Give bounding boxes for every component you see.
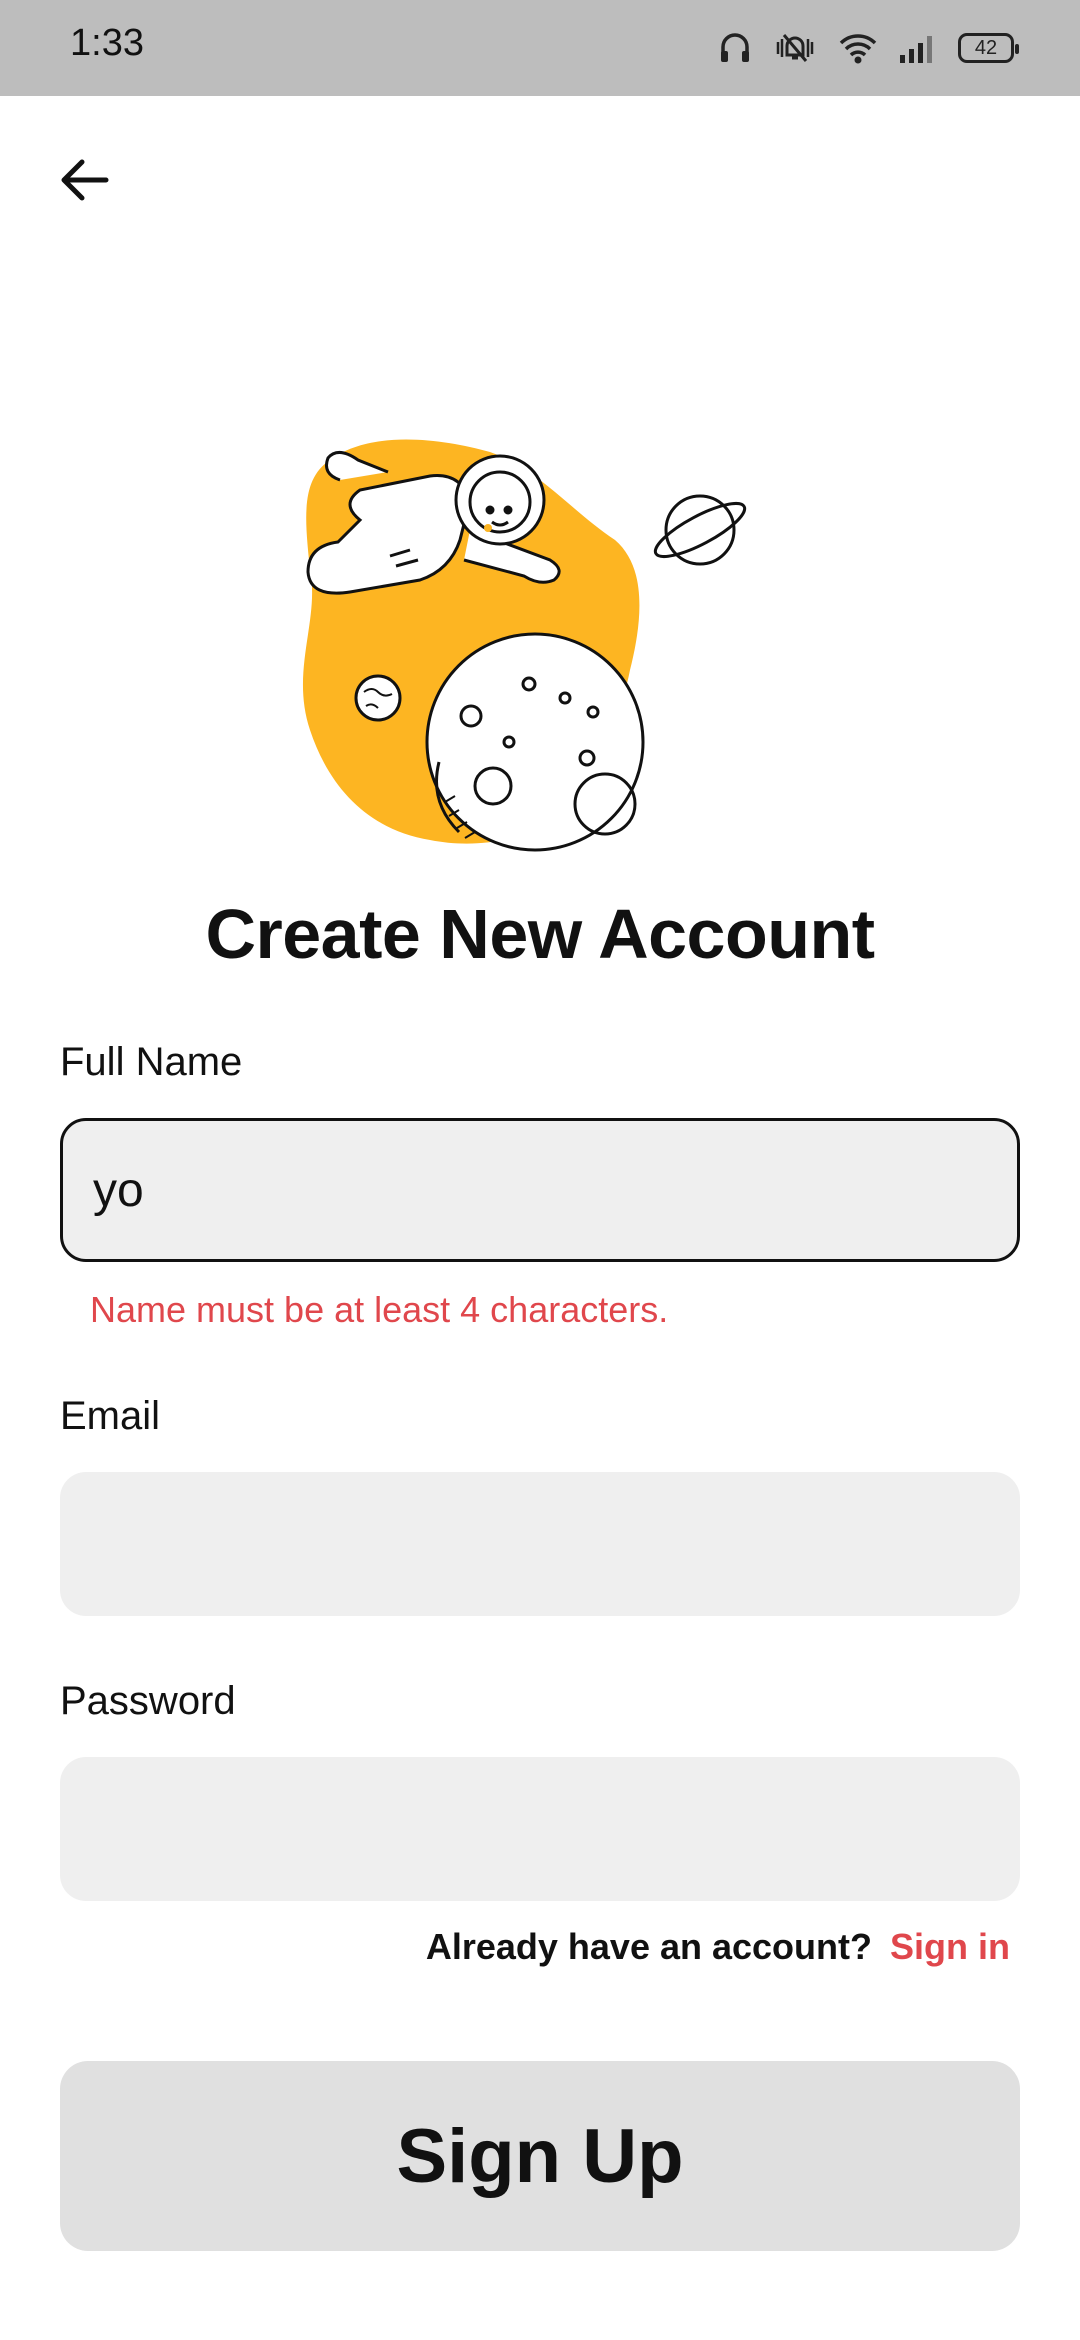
signin-question: Already have an account? bbox=[425, 1926, 872, 1967]
headphones-icon bbox=[718, 31, 752, 65]
arrow-left-icon bbox=[61, 159, 109, 201]
email-input[interactable] bbox=[60, 1472, 1020, 1616]
full-name-error: Name must be at least 4 characters. bbox=[90, 1289, 669, 1330]
signin-link[interactable]: Sign in bbox=[890, 1926, 1010, 1968]
battery-level: 42 bbox=[974, 36, 998, 59]
password-input[interactable] bbox=[60, 1757, 1020, 1901]
status-time: 1:33 bbox=[70, 22, 144, 64]
signal-icon bbox=[898, 31, 938, 65]
battery-icon: 42 bbox=[958, 33, 1019, 63]
ringed-planet bbox=[653, 494, 747, 566]
vibrate-mute-icon bbox=[772, 31, 818, 65]
wifi-icon bbox=[838, 31, 878, 65]
full-name-value: yo bbox=[93, 1163, 144, 1217]
signin-row: Already have an account? Sign in bbox=[426, 1926, 1010, 1968]
password-label: Password bbox=[60, 1679, 236, 1723]
status-icons: 42 bbox=[718, 28, 1019, 68]
full-name-input[interactable]: yo bbox=[60, 1118, 1020, 1262]
full-name-label: Full Name bbox=[60, 1040, 243, 1084]
status-bar: 1:33 42 bbox=[0, 0, 1080, 96]
astronaut-space-illustration bbox=[302, 439, 747, 852]
signup-button[interactable]: Sign Up bbox=[60, 2061, 1020, 2251]
moon bbox=[425, 632, 645, 852]
back-button[interactable] bbox=[52, 148, 116, 212]
small-planet bbox=[354, 674, 402, 722]
page-title: Create New Account bbox=[205, 895, 875, 973]
email-label: Email bbox=[60, 1394, 161, 1438]
